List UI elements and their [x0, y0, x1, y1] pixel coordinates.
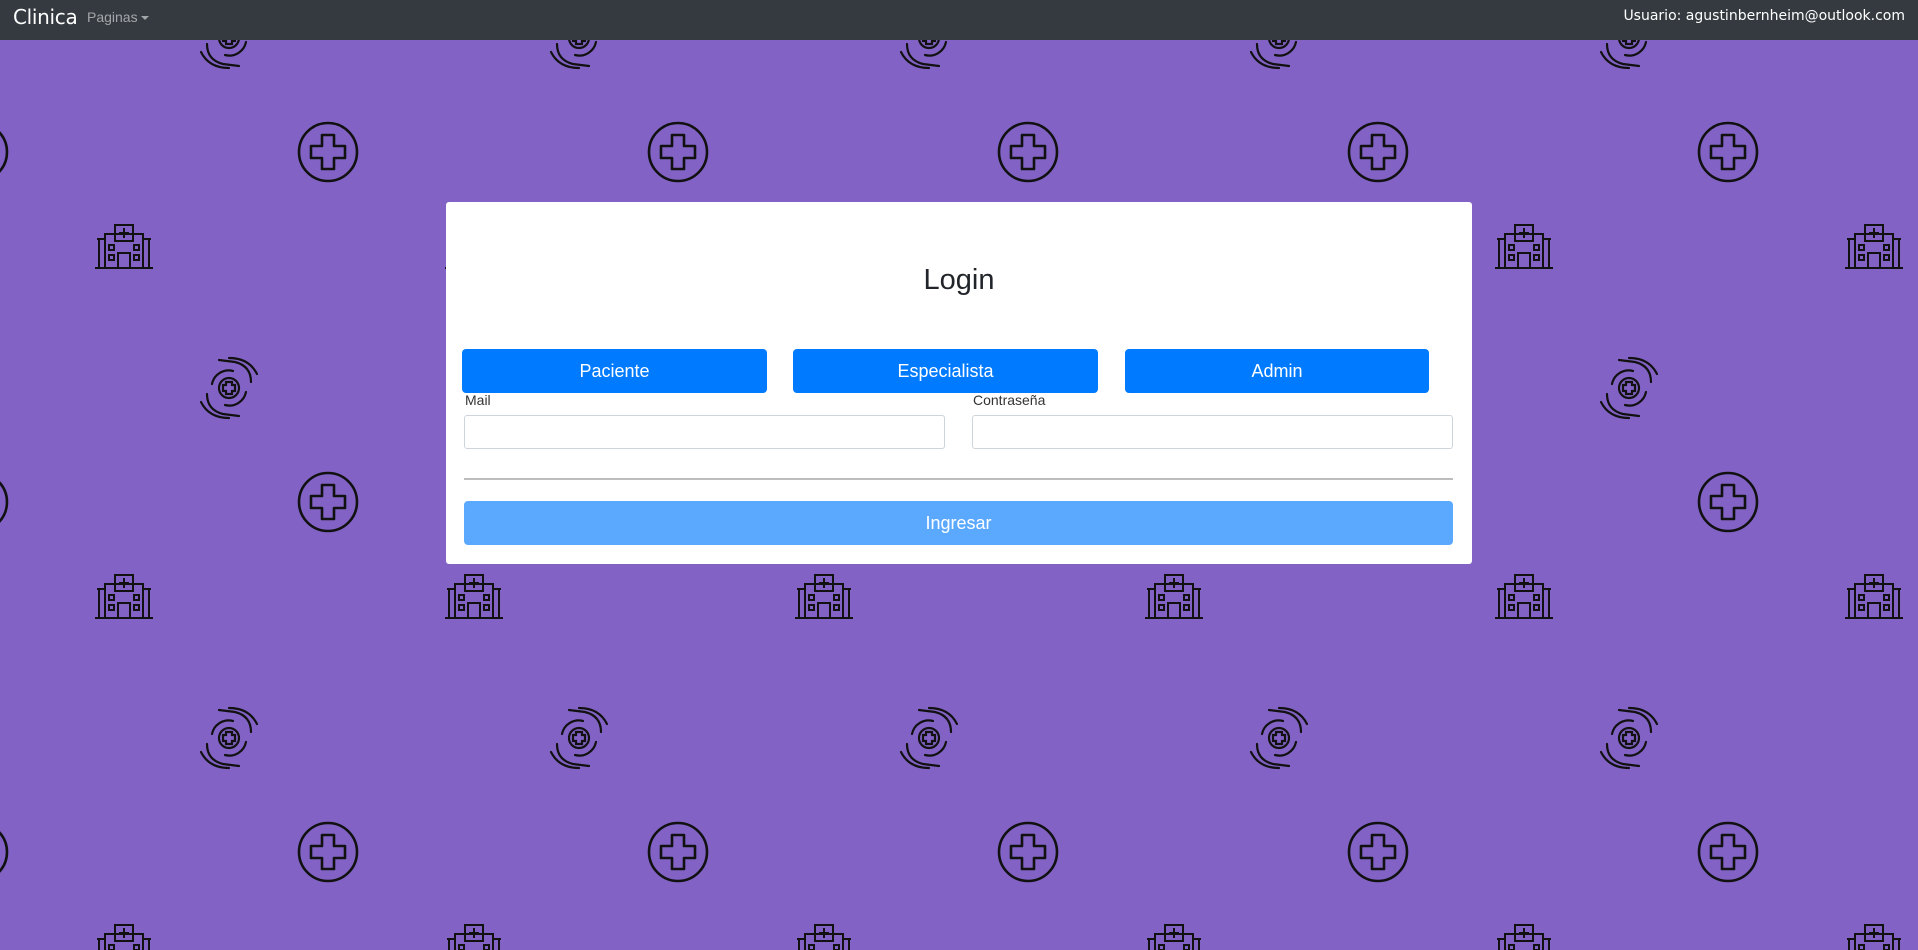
medical-cross-icon — [647, 121, 709, 183]
medical-cross-icon — [297, 821, 359, 883]
divider — [464, 478, 1453, 480]
hospital-icon — [1494, 924, 1554, 950]
hospital-icon — [444, 924, 504, 950]
medical-cross-icon — [1697, 821, 1759, 883]
healthcare-hands-icon — [199, 706, 259, 770]
medical-cross-icon — [997, 821, 1059, 883]
healthcare-hands-icon — [1599, 356, 1659, 420]
hospital-icon — [794, 924, 854, 950]
hospital-icon — [444, 574, 504, 619]
login-title: Login — [923, 264, 995, 296]
healthcare-hands-icon — [549, 706, 609, 770]
hospital-icon — [94, 224, 154, 269]
paciente-button[interactable]: Paciente — [462, 349, 767, 393]
medical-cross-icon — [0, 121, 9, 183]
hospital-icon — [94, 924, 154, 950]
paginas-dropdown[interactable]: Paginas — [87, 9, 149, 25]
paginas-dropdown-label: Paginas — [87, 9, 138, 25]
medical-cross-icon — [1697, 471, 1759, 533]
brand-link[interactable]: Clinica — [13, 5, 78, 29]
healthcare-hands-icon — [549, 40, 609, 70]
healthcare-hands-icon — [1249, 706, 1309, 770]
hospital-icon — [1144, 924, 1204, 950]
medical-cross-icon — [0, 821, 9, 883]
healthcare-hands-icon — [1599, 706, 1659, 770]
password-input[interactable] — [972, 415, 1453, 449]
healthcare-hands-icon — [1599, 40, 1659, 70]
chevron-down-icon — [140, 16, 149, 20]
password-label: Contraseña — [973, 392, 1046, 408]
user-info: Usuario: agustinbernheim@outlook.com — [1623, 8, 1905, 24]
healthcare-hands-icon — [199, 356, 259, 420]
medical-cross-icon — [1697, 121, 1759, 183]
hospital-icon — [794, 574, 854, 619]
hospital-icon — [1844, 224, 1904, 269]
medical-cross-icon — [647, 821, 709, 883]
healthcare-hands-icon — [899, 40, 959, 70]
healthcare-hands-icon — [199, 40, 259, 70]
hospital-icon — [94, 574, 154, 619]
hospital-icon — [1494, 224, 1554, 269]
medical-cross-icon — [997, 121, 1059, 183]
hospital-icon — [1144, 574, 1204, 619]
top-navbar: Clinica Paginas Usuario: agustinbernheim… — [0, 0, 1918, 40]
mail-input[interactable] — [464, 415, 945, 449]
medical-cross-icon — [297, 471, 359, 533]
medical-cross-icon — [297, 121, 359, 183]
hospital-icon — [1844, 574, 1904, 619]
medical-cross-icon — [1347, 821, 1409, 883]
mail-label: Mail — [465, 392, 491, 408]
healthcare-hands-icon — [1249, 40, 1309, 70]
hospital-icon — [1494, 574, 1554, 619]
especialista-button[interactable]: Especialista — [793, 349, 1098, 393]
medical-cross-icon — [0, 471, 9, 533]
medical-cross-icon — [1347, 121, 1409, 183]
login-card: Login Paciente Especialista Admin Mail C… — [446, 202, 1472, 564]
hospital-icon — [1844, 924, 1904, 950]
ingresar-button[interactable]: Ingresar — [464, 501, 1453, 545]
healthcare-hands-icon — [899, 706, 959, 770]
admin-button[interactable]: Admin — [1125, 349, 1429, 393]
